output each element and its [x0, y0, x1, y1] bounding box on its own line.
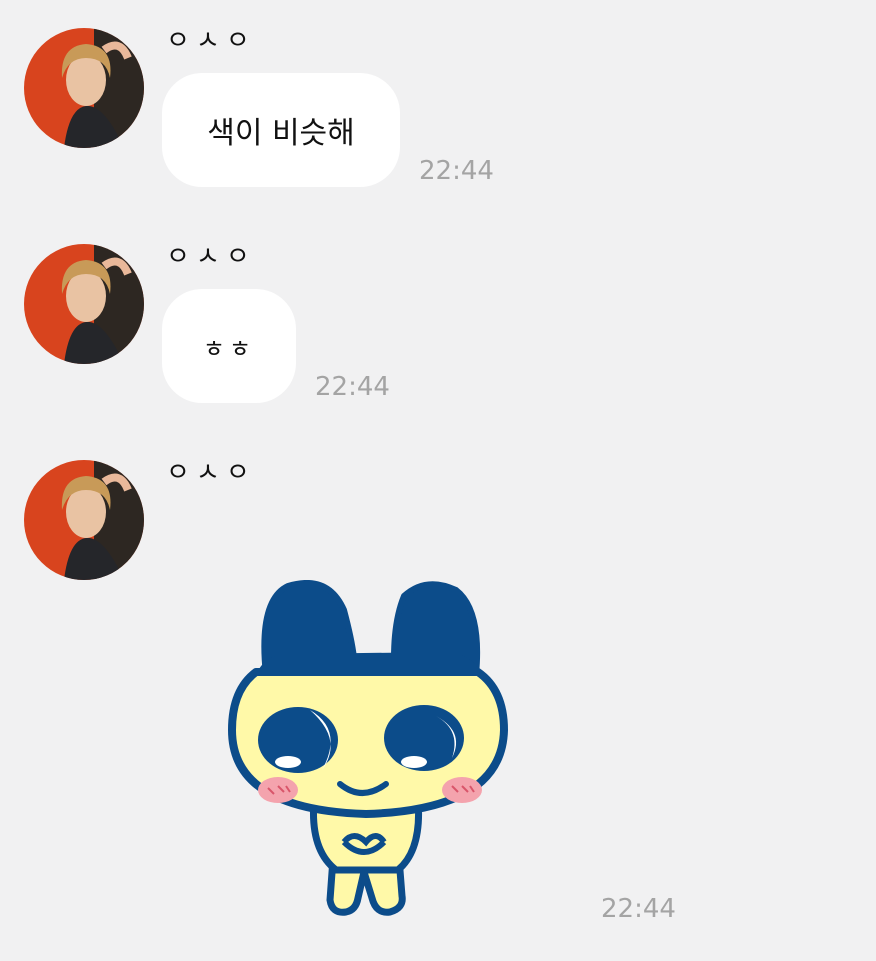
sender-name: ㅇㅅㅇ [166, 26, 256, 56]
message-text: 색이 비슷해 [207, 116, 355, 151]
message-time: 22:44 [601, 894, 676, 924]
sender-name: ㅇㅅㅇ [166, 458, 256, 488]
message-bubble[interactable]: ㅎㅎ [162, 289, 296, 403]
avatar-photo [24, 244, 144, 364]
message-time: 22:44 [419, 156, 494, 186]
avatar[interactable] [24, 460, 144, 580]
avatar[interactable] [24, 244, 144, 364]
message-bubble[interactable]: 색이 비슷해 [162, 73, 400, 187]
avatar-photo [24, 460, 144, 580]
sticker-character-icon [228, 580, 508, 916]
avatar[interactable] [24, 28, 144, 148]
message-text: ㅎㅎ [202, 334, 256, 363]
sender-name: ㅇㅅㅇ [166, 242, 256, 272]
avatar-photo [24, 28, 144, 148]
mametchi-sticker[interactable] [226, 580, 526, 925]
message-time: 22:44 [315, 372, 390, 402]
